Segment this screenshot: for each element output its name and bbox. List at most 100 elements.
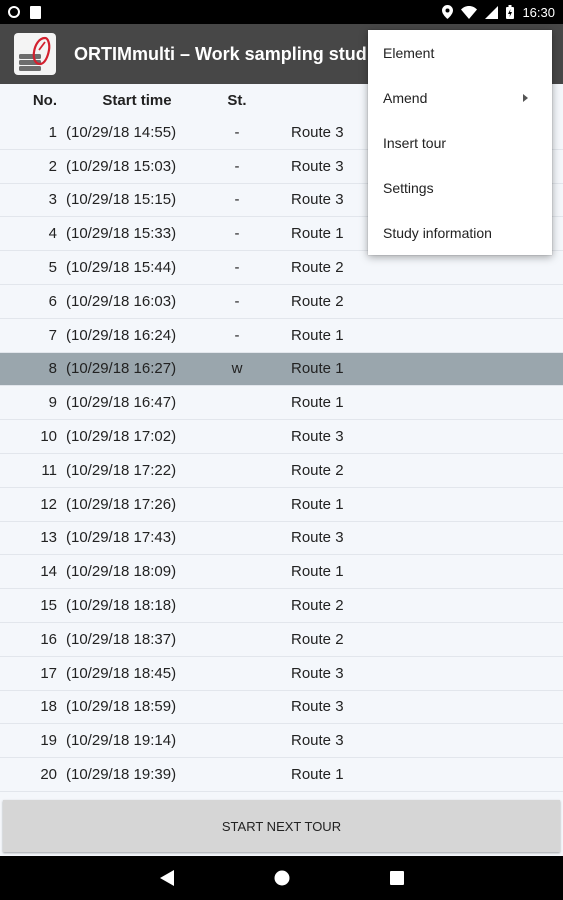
table-row[interactable]: 17 (10/29/18 18:45) Route 3 <box>0 656 563 691</box>
bottom-area: START NEXT TOUR <box>0 796 563 856</box>
wifi-icon <box>461 5 478 19</box>
table-row[interactable]: 7 (10/29/18 16:24) - Route 1 <box>0 318 563 353</box>
row-number: 8 <box>48 360 57 378</box>
table-row[interactable]: 13 (10/29/18 17:43) Route 3 <box>0 521 563 556</box>
row-number: 9 <box>48 394 57 412</box>
row-start-time: (10/29/18 15:44) <box>66 259 177 277</box>
row-start-time: (10/29/18 19:14) <box>66 732 177 750</box>
row-status: - <box>234 292 240 310</box>
table-row[interactable]: 5 (10/29/18 15:44) - Route 2 <box>0 251 563 285</box>
row-number: 11 <box>41 461 57 479</box>
location-icon <box>442 5 454 19</box>
row-number: 7 <box>48 326 57 344</box>
row-status: - <box>234 157 240 175</box>
sd-card-icon <box>30 5 41 19</box>
menu-item-insert-tour[interactable]: Insert tour <box>368 120 552 165</box>
row-route: Route 3 <box>291 732 344 750</box>
row-start-time: (10/29/18 16:03) <box>66 292 177 310</box>
row-route: Route 3 <box>291 664 344 682</box>
nav-bar <box>0 856 563 900</box>
table-row[interactable]: 16 (10/29/18 18:37) Route 2 <box>0 622 563 657</box>
row-route: Route 3 <box>291 698 344 716</box>
table-row[interactable]: 20 (10/29/18 19:39) Route 1 <box>0 758 563 792</box>
status-right-icons: 16:30 <box>442 5 555 20</box>
row-start-time: (10/29/18 17:02) <box>66 428 177 446</box>
row-status: - <box>234 225 240 243</box>
row-start-time: (10/29/18 15:33) <box>66 225 177 243</box>
overflow-menu: Element Amend Insert tour Settings Study inf… <box>368 30 552 255</box>
row-status: - <box>234 259 240 277</box>
row-start-time: (10/29/18 19:39) <box>66 766 177 784</box>
row-status: - <box>234 123 240 141</box>
table-row[interactable]: 8 (10/29/18 16:27) w Route 1 <box>0 352 563 387</box>
page-title: ORTIMmulti – Work sampling stud <box>74 43 367 64</box>
clock: 16:30 <box>522 4 555 20</box>
table-row[interactable]: 12 (10/29/18 17:26) Route 1 <box>0 487 563 522</box>
app-logo-icon[interactable] <box>14 33 56 75</box>
table-row[interactable]: 11 (10/29/18 17:22) Route 2 <box>0 453 563 488</box>
start-next-tour-button[interactable]: START NEXT TOUR <box>3 800 560 852</box>
row-start-time: (10/29/18 16:27) <box>66 360 177 378</box>
row-start-time: (10/29/18 18:45) <box>66 664 177 682</box>
row-start-time: (10/29/18 15:15) <box>66 191 177 209</box>
header-status: St. <box>227 91 247 109</box>
row-number: 18 <box>40 698 57 716</box>
row-route: Route 2 <box>291 630 344 648</box>
recents-icon[interactable] <box>389 871 404 885</box>
row-start-time: (10/29/18 18:37) <box>66 630 177 648</box>
row-status: - <box>234 191 240 209</box>
menu-item-label: Settings <box>383 179 434 196</box>
row-number: 1 <box>48 123 57 141</box>
table-row[interactable]: 19 (10/29/18 19:14) Route 3 <box>0 724 563 759</box>
signal-icon <box>485 5 499 19</box>
menu-item-study-information[interactable]: Study information <box>368 210 552 255</box>
row-route: Route 1 <box>291 326 344 344</box>
row-number: 15 <box>40 597 57 615</box>
row-route: Route 2 <box>291 461 344 479</box>
header-no: No. <box>32 91 57 109</box>
table-row[interactable]: 18 (10/29/18 18:59) Route 3 <box>0 690 563 725</box>
row-route: Route 3 <box>291 529 344 547</box>
table-row[interactable]: 6 (10/29/18 16:03) - Route 2 <box>0 284 563 319</box>
menu-item-label: Amend <box>383 89 428 106</box>
row-number: 10 <box>40 428 57 446</box>
status-left-icons <box>8 5 41 19</box>
table-row[interactable]: 15 (10/29/18 18:18) Route 2 <box>0 589 563 623</box>
menu-item-label: Study information <box>383 224 492 241</box>
row-status: w <box>231 360 243 378</box>
row-route: Route 2 <box>291 259 344 277</box>
row-route: Route 1 <box>291 495 344 513</box>
home-icon[interactable] <box>274 870 290 886</box>
menu-item-element[interactable]: Element <box>368 30 552 75</box>
row-route: Route 3 <box>291 428 344 446</box>
row-route: Route 1 <box>291 360 344 378</box>
row-number: 4 <box>48 225 57 243</box>
row-number: 17 <box>40 664 57 682</box>
menu-item-settings[interactable]: Settings <box>368 165 552 210</box>
back-icon[interactable] <box>159 870 174 886</box>
row-route: Route 3 <box>291 191 344 209</box>
row-number: 5 <box>48 259 57 277</box>
row-start-time: (10/29/18 17:43) <box>66 529 177 547</box>
row-route: Route 1 <box>291 766 344 784</box>
notification-circle-icon <box>8 6 20 18</box>
row-number: 13 <box>40 529 57 547</box>
table-row[interactable]: 14 (10/29/18 18:09) Route 1 <box>0 555 563 590</box>
table-row[interactable]: 9 (10/29/18 16:47) Route 1 <box>0 386 563 421</box>
row-start-time: (10/29/18 14:55) <box>66 123 177 141</box>
menu-item-amend[interactable]: Amend <box>368 75 552 120</box>
row-number: 2 <box>48 157 57 175</box>
row-start-time: (10/29/18 16:24) <box>66 326 177 344</box>
row-route: Route 2 <box>291 292 344 310</box>
header-start-time: Start time <box>102 91 172 109</box>
row-route: Route 1 <box>291 563 344 581</box>
row-route: Route 3 <box>291 157 344 175</box>
battery-icon <box>506 5 515 19</box>
row-start-time: (10/29/18 18:59) <box>66 698 177 716</box>
row-start-time: (10/29/18 16:47) <box>66 394 177 412</box>
row-number: 19 <box>40 732 57 750</box>
row-number: 3 <box>48 191 57 209</box>
row-number: 16 <box>40 630 57 648</box>
menu-item-label: Element <box>383 44 435 61</box>
table-row[interactable]: 10 (10/29/18 17:02) Route 3 <box>0 420 563 454</box>
